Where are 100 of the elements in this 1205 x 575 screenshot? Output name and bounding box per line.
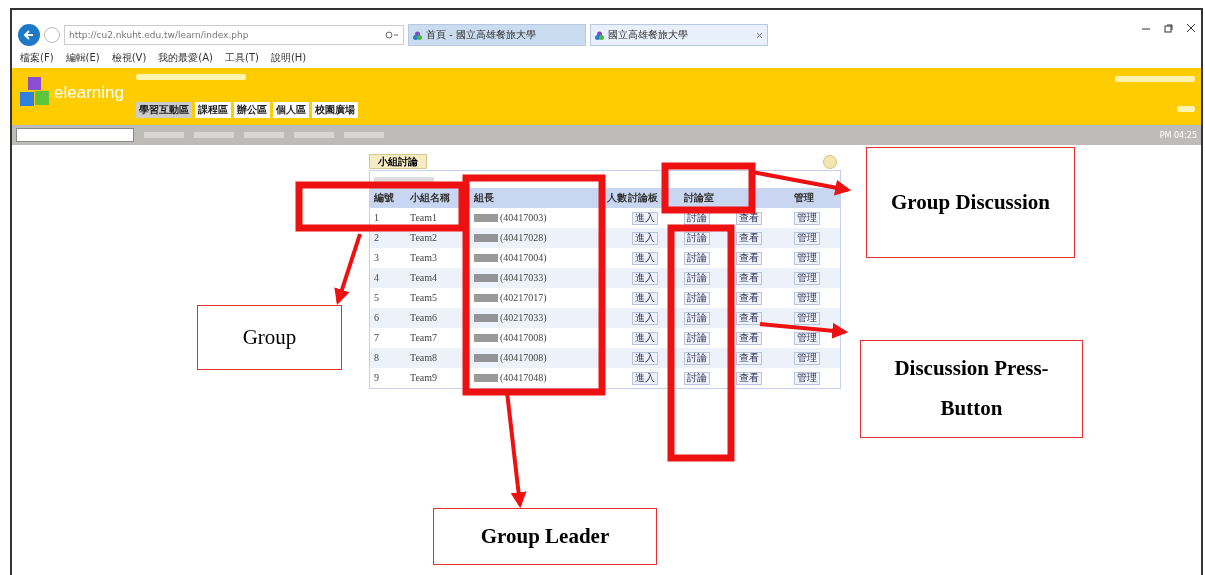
blurred-text-icon — [1115, 76, 1195, 82]
column-header: 小組名稱 — [409, 192, 451, 204]
table-cell-text: Team5 — [409, 292, 439, 304]
search-icon — [385, 31, 399, 39]
table-cell: (40417008) — [500, 332, 547, 344]
row-button[interactable]: 討論 — [684, 311, 710, 325]
menu-item[interactable]: 檢視(V) — [111, 51, 147, 65]
row-button[interactable]: 討論 — [684, 331, 710, 345]
table-cell-text: Team7 — [409, 332, 439, 344]
table-cell: (40217017) — [500, 292, 547, 304]
table-cell-text: 7 — [373, 332, 380, 344]
address-field[interactable]: http://cu2.nkuht.edu.tw/learn/index.php — [64, 25, 404, 45]
browser-tab[interactable]: 國立高雄餐旅大學 — [590, 24, 768, 46]
row-button[interactable]: 查看 — [736, 251, 762, 265]
blurred-text-icon — [374, 176, 434, 183]
table-cell: (40417008) — [500, 352, 547, 364]
table-cell-text: 3 — [373, 252, 380, 264]
row-button[interactable]: 查看 — [736, 271, 762, 285]
course-select[interactable] — [16, 128, 134, 142]
table-cell-text: 1 — [373, 212, 380, 224]
row-button[interactable]: 查看 — [736, 231, 762, 245]
row-button[interactable]: 進入 — [632, 311, 658, 325]
row-button[interactable]: 管理 — [794, 351, 820, 365]
column-header: 討論室 — [683, 192, 715, 204]
row-button[interactable]: 管理 — [794, 331, 820, 345]
table-cell-text: 6 — [373, 312, 380, 324]
blurred-name-icon — [474, 214, 498, 222]
table-cell-text: Team1 — [409, 212, 439, 224]
row-button[interactable]: 進入 — [632, 351, 658, 365]
row-button[interactable]: 管理 — [794, 231, 820, 245]
nav-tab[interactable]: 課程區 — [194, 102, 231, 118]
column-header: 編號 — [373, 192, 395, 204]
row-button[interactable]: 討論 — [684, 271, 710, 285]
table-cell: (40217033) — [500, 312, 547, 324]
back-button[interactable] — [18, 24, 40, 46]
row-button[interactable]: 管理 — [794, 291, 820, 305]
blurred-name-icon — [474, 334, 498, 342]
row-button[interactable]: 查看 — [736, 351, 762, 365]
blurred-name-icon — [474, 294, 498, 302]
row-button[interactable]: 進入 — [632, 211, 658, 225]
table-cell: (40417048) — [500, 372, 547, 384]
row-button[interactable]: 管理 — [794, 311, 820, 325]
blurred-text-icon — [244, 132, 284, 138]
row-button[interactable]: 討論 — [684, 351, 710, 365]
menu-item[interactable]: 工具(T) — [225, 51, 259, 65]
row-button[interactable]: 進入 — [632, 271, 658, 285]
table-cell-text: 9 — [373, 372, 380, 384]
row-button[interactable]: 討論 — [684, 251, 710, 265]
blurred-text-icon — [344, 132, 384, 138]
row-button[interactable]: 進入 — [632, 231, 658, 245]
logo-text: elearning — [54, 83, 124, 103]
row-button[interactable]: 討論 — [684, 371, 710, 385]
nav-tab[interactable]: 辦公區 — [233, 102, 270, 118]
row-button[interactable]: 查看 — [736, 331, 762, 345]
table-cell-text: 5 — [373, 292, 380, 304]
row-button[interactable]: 進入 — [632, 371, 658, 385]
menu-item[interactable]: 編輯(E) — [65, 51, 100, 65]
table-cell-text: 8 — [373, 352, 380, 364]
row-button[interactable]: 管理 — [794, 371, 820, 385]
nav-tab[interactable]: 校園廣場 — [311, 102, 358, 118]
panel-tab[interactable]: 小組討論 — [369, 154, 427, 169]
menu-item[interactable]: 我的最愛(A) — [158, 51, 213, 65]
row-button[interactable]: 管理 — [794, 211, 820, 225]
restore-icon[interactable] — [1164, 23, 1173, 33]
blurred-name-icon — [474, 374, 498, 382]
row-button[interactable]: 查看 — [736, 311, 762, 325]
table-cell-text: 2 — [373, 232, 380, 244]
close-icon[interactable] — [1187, 24, 1195, 32]
row-button[interactable]: 管理 — [794, 251, 820, 265]
nav-tab[interactable]: 個人區 — [272, 102, 309, 118]
column-header: 管理 — [793, 192, 815, 204]
row-button[interactable]: 進入 — [632, 331, 658, 345]
blurred-text-icon — [194, 132, 234, 138]
table-cell-text: Team2 — [409, 232, 439, 244]
callout-label: Group Leader — [433, 508, 657, 565]
row-button[interactable]: 查看 — [736, 371, 762, 385]
browser-tab[interactable]: 首頁 - 國立高雄餐旅大學 — [408, 24, 586, 46]
row-button[interactable]: 進入 — [632, 251, 658, 265]
nav-tab[interactable]: 學習互動區 — [135, 102, 192, 118]
row-button[interactable]: 查看 — [736, 291, 762, 305]
callout-label: Group — [197, 305, 342, 370]
row-button[interactable]: 討論 — [684, 291, 710, 305]
table-cell: (40417028) — [500, 232, 547, 244]
table-cell-text: Team9 — [409, 372, 439, 384]
table-cell-text: Team3 — [409, 252, 439, 264]
column-header: 討論板 — [628, 192, 659, 204]
blurred-name-icon — [474, 254, 498, 262]
column-header: 組長 — [472, 192, 495, 204]
table-cell-text: Team4 — [409, 272, 439, 284]
row-button[interactable]: 管理 — [794, 271, 820, 285]
menu-item[interactable]: 說明(H) — [270, 51, 307, 65]
table-cell: (40417033) — [500, 272, 547, 284]
table-cell-text: Team8 — [409, 352, 439, 364]
row-button[interactable]: 進入 — [632, 291, 658, 305]
menu-item[interactable]: 檔案(F) — [20, 51, 54, 65]
blurred-name-icon — [474, 354, 498, 362]
blurred-name-icon — [474, 314, 498, 322]
blurred-text-icon — [135, 74, 246, 80]
table-cell-text: 4 — [373, 272, 380, 284]
column-header: 人數 — [606, 192, 628, 204]
